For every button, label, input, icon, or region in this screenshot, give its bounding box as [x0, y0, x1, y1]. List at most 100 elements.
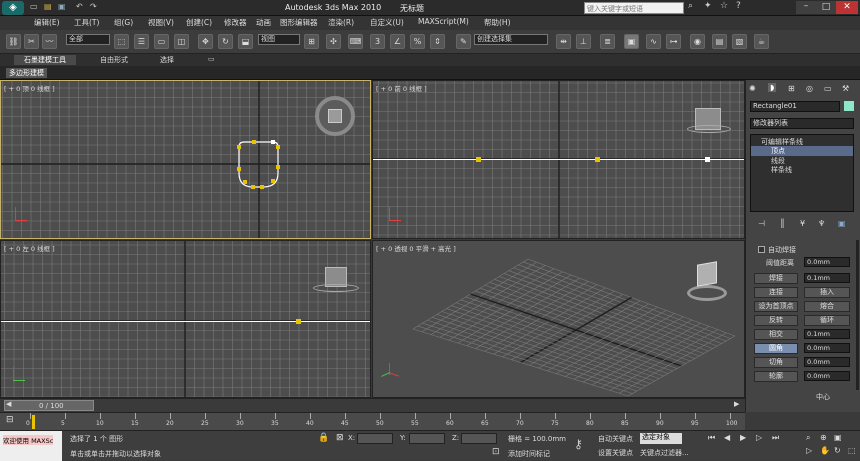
cross-insert-button[interactable]: 相交 — [754, 329, 798, 340]
stack-item-spline[interactable]: 样条线 — [771, 165, 792, 175]
percent-snap-icon[interactable]: % — [410, 34, 425, 49]
curve-editor-icon[interactable]: ∿ — [646, 34, 661, 49]
render-production-icon[interactable]: ☕ — [754, 34, 769, 49]
window-crossing-icon[interactable]: ◫ — [174, 34, 189, 49]
viewport-left[interactable]: [ + 0 左 0 线框 ] — [0, 240, 371, 398]
center-checkbox-label[interactable]: 中心 — [816, 392, 830, 402]
snap-toggle-icon[interactable]: 3 — [370, 34, 385, 49]
viewport-left-label[interactable]: [ + 0 左 0 线框 ] — [4, 243, 55, 253]
viewcube-top[interactable] — [315, 96, 355, 136]
subtab-polygon-modeling[interactable]: 多边形建模 — [6, 68, 47, 78]
align-icon[interactable]: ⊥ — [576, 34, 591, 49]
stack-item-vertex[interactable]: 顶点 — [751, 146, 853, 156]
maxscript-listener[interactable]: 欢迎使用 MAXSc — [0, 431, 62, 461]
absolute-mode-icon[interactable]: ⊠ — [336, 433, 344, 443]
reference-coord-dropdown[interactable]: 视图 — [258, 34, 300, 45]
zoom-extents-icon[interactable]: ▣ — [834, 433, 842, 442]
tab-selection[interactable]: 选择 — [150, 55, 184, 65]
x-coordinate-field[interactable] — [357, 433, 393, 444]
vertex-front-1[interactable] — [476, 157, 481, 162]
save-icon[interactable]: ▣ — [58, 2, 66, 11]
tab-freeform[interactable]: 自由形式 — [90, 55, 138, 65]
weld-button[interactable]: 焊接 — [754, 273, 798, 284]
pin-stack-icon[interactable]: ⊣ — [758, 219, 765, 228]
viewport-front[interactable]: [ + 0 前 0 线框 ] — [372, 80, 745, 239]
render-setup-icon[interactable]: ▤ — [712, 34, 727, 49]
z-coordinate-field[interactable] — [461, 433, 497, 444]
close-button[interactable]: ✕ — [836, 1, 858, 14]
select-manipulate-icon[interactable]: ✣ — [326, 34, 341, 49]
open-file-icon[interactable]: ▤ — [44, 2, 52, 11]
key-icon[interactable]: ⚷ — [574, 437, 583, 451]
utilities-tab-icon[interactable]: ⚒ — [842, 84, 849, 93]
menu-create[interactable]: 创建(C) — [186, 17, 212, 28]
modify-tab-icon[interactable]: ◗ — [768, 83, 777, 92]
display-tab-icon[interactable]: ▭ — [824, 84, 832, 93]
viewcube-perspective[interactable] — [683, 261, 731, 301]
ribbon-toggle-icon[interactable]: ▭ — [198, 55, 225, 63]
object-name-field[interactable]: Rectangle01 — [750, 101, 840, 112]
object-color-swatch[interactable] — [844, 101, 854, 111]
fuse-button[interactable]: 熔合 — [804, 301, 850, 312]
new-file-icon[interactable]: ▭ — [30, 2, 38, 11]
rotate-icon[interactable]: ↻ — [218, 34, 233, 49]
cross-insert-spinner[interactable]: 0.1mm — [804, 329, 850, 339]
reverse-button[interactable]: 反转 — [754, 315, 798, 326]
favorites-icon[interactable]: ☆ — [720, 1, 728, 11]
vertex-left-1[interactable] — [296, 319, 301, 324]
insert-button[interactable]: 插入 — [804, 287, 850, 298]
menu-help[interactable]: 帮助(H) — [484, 17, 511, 28]
bind-space-warp-icon[interactable]: 〰 — [42, 34, 57, 49]
cycle-button[interactable]: 循环 — [804, 315, 850, 326]
maximize-button[interactable]: □ — [816, 1, 836, 14]
scroll-handle[interactable] — [856, 240, 859, 390]
layer-manager-icon[interactable]: ≣ — [600, 34, 615, 49]
menu-maxscript[interactable]: MAXScript(M) — [418, 17, 469, 26]
move-icon[interactable]: ✥ — [198, 34, 213, 49]
spline-vertices[interactable] — [237, 140, 280, 189]
undo-icon[interactable]: ↶ — [76, 2, 83, 11]
time-slider-prev-icon[interactable]: ◀ — [6, 400, 11, 408]
link-icon[interactable]: ⛓ — [6, 34, 21, 49]
key-filters-button[interactable]: 关键点过滤器... — [640, 448, 689, 458]
search-icon[interactable]: ⌕ — [688, 1, 693, 11]
chamfer-spinner[interactable]: 0.0mm — [804, 357, 850, 367]
viewport-front-label[interactable]: [ + 0 前 0 线框 ] — [376, 83, 427, 93]
fillet-spinner[interactable]: 0.0mm — [804, 343, 850, 353]
infocenter-icon[interactable]: ✦ — [704, 1, 712, 11]
menu-modifiers[interactable]: 修改器 — [224, 17, 247, 28]
auto-key-button[interactable]: 自动关键点 — [598, 434, 633, 444]
modifier-list-dropdown[interactable]: 修改器列表 — [750, 118, 854, 129]
select-by-name-icon[interactable]: ☰ — [134, 34, 149, 49]
menu-rendering[interactable]: 渲染(R) — [328, 17, 354, 28]
menu-tools[interactable]: 工具(T) — [74, 17, 99, 28]
outline-spinner[interactable]: 0.0mm — [804, 371, 850, 381]
add-time-tag[interactable]: 添加时间标记 — [508, 449, 550, 459]
field-of-view-icon[interactable]: ▷ — [806, 446, 812, 455]
time-slider-thumb[interactable]: 0 / 100 — [4, 400, 94, 411]
outline-button[interactable]: 轮廓 — [754, 371, 798, 382]
weld-spinner[interactable]: 0.1mm — [804, 273, 850, 283]
hierarchy-tab-icon[interactable]: ⊞ — [788, 84, 795, 93]
make-unique-icon[interactable]: ¥ — [800, 219, 805, 228]
pan-icon[interactable]: ✋ — [820, 446, 830, 455]
fillet-button[interactable]: 圆角 — [754, 343, 798, 354]
time-tag-icon[interactable]: ⊡ — [492, 447, 500, 457]
menu-customize[interactable]: 自定义(U) — [370, 17, 404, 28]
connect-button[interactable]: 连接 — [754, 287, 798, 298]
show-end-result-icon[interactable]: ║ — [780, 219, 785, 228]
spinner-snap-icon[interactable]: ⇕ — [430, 34, 445, 49]
mirror-icon[interactable]: ⇹ — [556, 34, 571, 49]
viewport-perspective-label[interactable]: [ + 0 透视 0 平滑 + 高光 ] — [376, 243, 456, 253]
configure-sets-icon[interactable]: ▣ — [838, 219, 846, 228]
go-to-start-icon[interactable]: ⏮ — [708, 433, 715, 443]
go-to-end-icon[interactable]: ⏭ — [772, 433, 779, 443]
rect-selection-icon[interactable]: ▭ — [154, 34, 169, 49]
menu-views[interactable]: 视图(V) — [148, 17, 174, 28]
zoom-all-icon[interactable]: ⊕ — [820, 433, 827, 442]
select-object-icon[interactable]: ⬚ — [114, 34, 129, 49]
rendered-frame-icon[interactable]: ▧ — [732, 34, 747, 49]
previous-frame-icon[interactable]: ◀ — [724, 433, 730, 442]
redo-icon[interactable]: ↷ — [90, 2, 97, 11]
y-coordinate-field[interactable] — [409, 433, 445, 444]
